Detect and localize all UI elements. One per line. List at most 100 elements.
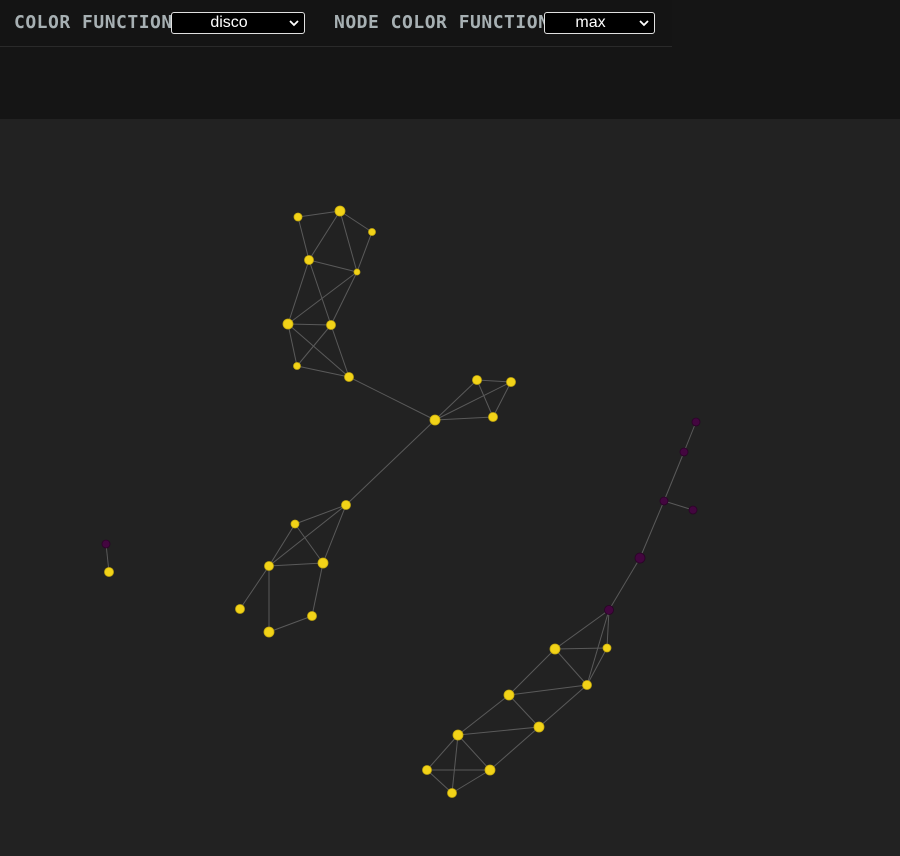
chevron-down-icon [639, 20, 649, 27]
graph-edge [426, 769, 453, 794]
graph-edge [308, 210, 341, 261]
graph-edge [294, 504, 347, 525]
graph-nodes [101, 205, 701, 798]
graph-edge [287, 323, 332, 326]
graph-edge [297, 210, 341, 218]
graph-node[interactable] [334, 205, 346, 217]
color-function-value: disco [210, 14, 248, 31]
graph-edge [554, 609, 610, 650]
graph-edge [663, 500, 694, 511]
graph-edge [492, 381, 512, 418]
graph-edge [297, 216, 310, 261]
graph-edge [268, 562, 324, 567]
graph-edge [476, 379, 512, 383]
graph-node[interactable] [452, 729, 464, 741]
graph-node[interactable] [604, 605, 614, 615]
graph-edge [356, 231, 373, 273]
graph-node[interactable] [344, 372, 354, 382]
graph-edge [294, 523, 324, 564]
toolbar: COLOR FUNCTION disco NODE COLOR FUNCTION… [0, 0, 672, 47]
graph-edge [345, 419, 436, 506]
graph-edge [457, 726, 540, 736]
graph-edge [639, 500, 665, 559]
graph-edge [426, 734, 459, 771]
graph-node[interactable] [293, 212, 303, 222]
graph-node[interactable] [341, 500, 351, 510]
node-color-function-select[interactable]: max [544, 12, 655, 34]
color-function-select[interactable]: disco [171, 12, 305, 34]
graph-edge [296, 365, 350, 378]
graph-edge [608, 557, 641, 611]
graph-node[interactable] [472, 375, 482, 385]
graph-node[interactable] [282, 318, 294, 330]
graph-canvas[interactable] [0, 119, 900, 856]
graph-node[interactable] [101, 539, 111, 549]
graph-node[interactable] [634, 552, 646, 564]
graph-node[interactable] [104, 567, 114, 577]
graph-node[interactable] [549, 643, 561, 655]
graph-edge [554, 648, 588, 686]
graph-node[interactable] [317, 557, 329, 569]
graph-edge [311, 562, 324, 617]
graph-edge [239, 565, 270, 610]
graph-node[interactable] [353, 268, 361, 276]
graph-edge [489, 726, 540, 771]
graph-node[interactable] [422, 765, 432, 775]
graph-node[interactable] [307, 611, 317, 621]
color-function-label: COLOR FUNCTION [14, 12, 173, 33]
graph-edge [508, 684, 588, 696]
graph-edge [663, 451, 685, 502]
graph-node[interactable] [691, 417, 701, 427]
header-band [0, 47, 900, 119]
graph-edge [287, 271, 358, 325]
graph-edges [105, 210, 697, 794]
graph-edge [538, 684, 588, 728]
graph-edge [508, 648, 556, 696]
graph-node[interactable] [688, 505, 698, 515]
graph-node[interactable] [503, 689, 515, 701]
node-color-function-label: NODE COLOR FUNCTION [334, 12, 550, 33]
graph-edge [434, 379, 478, 421]
graph-edge [308, 259, 332, 326]
header-band-right [672, 0, 900, 47]
graph-node[interactable] [488, 412, 498, 422]
graph-node[interactable] [659, 496, 669, 506]
graph-edge [554, 647, 608, 650]
graph-edge [348, 376, 436, 421]
graph-edge [434, 381, 512, 421]
graph-edge [268, 523, 296, 567]
graph-node[interactable] [484, 764, 496, 776]
graph-edge [457, 694, 510, 736]
graph-edge [508, 694, 540, 728]
graph-node[interactable] [506, 377, 516, 387]
graph-node[interactable] [447, 788, 457, 798]
chevron-down-icon [289, 20, 299, 27]
graph-node[interactable] [679, 447, 689, 457]
graph-node[interactable] [293, 362, 301, 370]
graph-node[interactable] [235, 604, 245, 614]
graph-edge [296, 324, 332, 367]
graph-edge [268, 504, 347, 567]
graph-node[interactable] [290, 519, 300, 529]
graph-node[interactable] [264, 561, 274, 571]
graph-edge [586, 647, 608, 686]
graph-node[interactable] [263, 626, 275, 638]
graph-edge [434, 416, 494, 421]
graph-node[interactable] [582, 680, 592, 690]
graph-node[interactable] [368, 228, 376, 236]
graph-edge [457, 734, 491, 771]
graph-node[interactable] [602, 643, 612, 653]
graph-edge [268, 615, 313, 633]
graph-edge [330, 271, 358, 326]
graph-edge [287, 259, 310, 325]
graph-edge [683, 421, 697, 453]
graph-edge [451, 769, 491, 794]
graph-node[interactable] [429, 414, 441, 426]
graph-node[interactable] [326, 320, 336, 330]
node-color-function-value: max [575, 14, 606, 31]
graph-node[interactable] [533, 721, 545, 733]
graph-edge [308, 259, 358, 273]
graph-node[interactable] [304, 255, 314, 265]
graph-edge [451, 734, 459, 794]
graph-edge [476, 379, 494, 418]
